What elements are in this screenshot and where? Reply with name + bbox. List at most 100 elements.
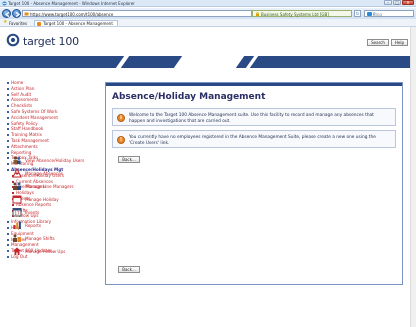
browser-tab[interactable]: Target 100 - Absence Management — [34, 20, 118, 26]
target-logo-icon — [6, 33, 20, 47]
shifts-icon — [12, 233, 22, 243]
calendar-icon — [12, 194, 22, 204]
menu-item-label: Manage Follow Ups — [25, 249, 66, 254]
internet-explorer-icon — [2, 1, 7, 6]
notice-infobox: ! You currently have no employees regist… — [112, 130, 396, 148]
menu-item-label: Reports — [25, 223, 42, 228]
address-toolbar: https://www.target100.com/t100/absence B… — [0, 8, 416, 19]
events-icon: 17 — [12, 207, 22, 217]
sidebar-item-label: Assessments — [11, 97, 39, 103]
bullet-icon — [7, 250, 9, 253]
window-title-bar: Target 100 - Absence Management - Window… — [0, 0, 416, 7]
bullet-icon — [7, 255, 9, 258]
refresh-button[interactable]: ↻ — [354, 10, 361, 17]
notice-text: You currently have no employees register… — [129, 135, 376, 146]
reports-icon — [12, 220, 22, 230]
back-button-top[interactable]: Back... — [118, 156, 140, 163]
sidebar-item-label: Safety Policy — [11, 120, 38, 126]
bullet-icon — [7, 93, 9, 96]
back-button-bottom[interactable]: Back... — [118, 266, 140, 273]
sidebar-item-label: Reporting — [11, 149, 32, 155]
bullet-icon — [7, 116, 9, 119]
tab-page-icon — [37, 22, 41, 26]
sidebar-item-label: Training Matrix — [11, 132, 43, 138]
bullet-icon — [7, 221, 9, 224]
bullet-icon — [7, 232, 9, 235]
favorites-bar: ★ Favorites Target 100 - Absence Managem… — [0, 19, 416, 27]
close-button[interactable]: ✕ — [402, 0, 414, 5]
vertical-scrollbar[interactable] — [410, 27, 416, 327]
bullet-icon — [7, 87, 9, 90]
sidebar-item-label: Checklists — [11, 103, 33, 109]
logo-text: target 100 — [23, 35, 79, 48]
favorites-star-icon[interactable]: ★ — [3, 20, 7, 25]
bullet-icon — [7, 168, 9, 171]
sidebar-item-label: Attachments — [11, 143, 38, 149]
sidebar-item-label: Self Audit — [11, 91, 32, 97]
search-icon[interactable]: ⌕ — [373, 11, 411, 17]
sidebar-item-label: Action Plan — [11, 85, 35, 91]
svg-text:17: 17 — [14, 211, 20, 216]
menu-item-label: Manage Holiday — [25, 197, 59, 202]
bullet-icon — [7, 139, 9, 142]
address-bar[interactable]: https://www.target100.com/t100/absence — [22, 10, 252, 17]
url-text: https://www.target100.com/t100/absence — [30, 12, 114, 17]
bullet-icon — [7, 151, 9, 154]
back-nav-button[interactable] — [2, 9, 11, 18]
medical-icon — [12, 167, 22, 178]
followup-icon — [12, 246, 22, 256]
header-banner — [0, 56, 410, 68]
bullet-icon — [7, 128, 9, 131]
help-button[interactable]: Help — [390, 39, 408, 46]
bullet-icon — [7, 157, 9, 160]
maximize-button[interactable]: □ — [393, 0, 401, 5]
welcome-infobox: i Welcome to the Target 100 Absence Mana… — [112, 108, 396, 126]
sidebar-item-label: Safe Systems Of Work — [11, 108, 58, 114]
banner-stripe — [245, 56, 259, 68]
bullet-icon — [7, 99, 9, 102]
refresh-icon: ↻ — [355, 11, 360, 16]
sidebar-item-label: Accident Management — [11, 114, 59, 120]
arrow-left-icon — [4, 11, 10, 18]
sidebar-item-label: Task Management — [11, 137, 49, 143]
lock-icon — [256, 12, 259, 16]
info-icon: i — [117, 114, 125, 122]
panel-top-strip — [106, 83, 402, 86]
banner-stripe — [173, 56, 245, 68]
bullet-icon — [7, 145, 9, 148]
page-icon — [24, 12, 29, 16]
managers-icon — [12, 181, 22, 191]
welcome-text: Welcome to the Target 100 Absence Manage… — [129, 113, 374, 124]
bullet-icon — [7, 134, 9, 137]
arrow-right-icon — [15, 11, 21, 18]
tab-label: Target 100 - Absence Management — [43, 21, 113, 26]
site-logo[interactable]: target 100 — [3, 29, 113, 55]
certificate-label: Business Safety Systems Ltd [GB] — [261, 12, 329, 17]
page-title: Absence/Holiday Management — [112, 92, 266, 102]
sidebar-item-label: Home — [11, 80, 24, 85]
bullet-icon — [7, 163, 9, 166]
menu-item-label: Manage Absences — [25, 171, 63, 176]
bullet-icon — [7, 122, 9, 125]
users-icon — [12, 155, 22, 165]
warning-icon: ! — [117, 136, 125, 144]
minimize-button[interactable]: – — [384, 0, 392, 5]
window-title: Target 100 - Absence Management - Window… — [8, 1, 135, 6]
favorites-label[interactable]: Favorites — [9, 21, 27, 26]
security-certificate[interactable]: Business Safety Systems Ltd [GB] — [252, 10, 352, 17]
bullet-icon — [12, 203, 14, 206]
bing-icon — [367, 12, 372, 16]
bullet-icon — [7, 105, 9, 108]
sidebar-item-label: Staff Handbook — [11, 126, 44, 132]
bullet-icon — [7, 110, 9, 113]
search-button[interactable]: Search — [367, 39, 389, 46]
main-panel: Absence/Holiday Management i Welcome to … — [105, 82, 403, 285]
bullet-icon — [7, 238, 9, 241]
menu-item-label: Events — [25, 210, 40, 215]
forward-nav-button[interactable] — [12, 9, 21, 18]
menu-item-label: Manage Shifts — [25, 236, 55, 241]
menu-item-label: View Absence/Holiday Users — [25, 158, 85, 163]
bullet-icon — [7, 244, 9, 247]
menu-item-label: Manage Line Managers — [25, 184, 74, 189]
search-box[interactable]: Bing ⌕ — [364, 10, 414, 17]
